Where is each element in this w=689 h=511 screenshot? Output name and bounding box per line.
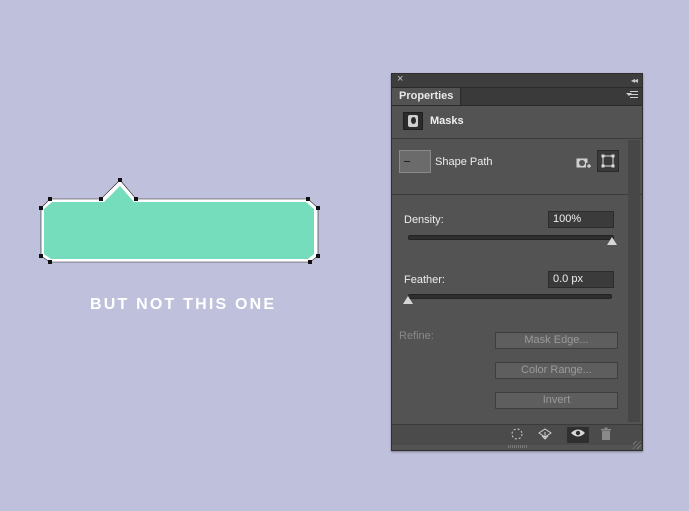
anchor-point <box>316 254 320 258</box>
anchor-point <box>48 260 52 264</box>
properties-panel: × ◂◂ Properties Masks Shape Path Density… <box>391 73 643 451</box>
density-label: Density: <box>404 214 444 226</box>
panel-resize-grip[interactable] <box>508 445 528 448</box>
panel-scrollbar[interactable] <box>628 140 640 422</box>
density-field[interactable]: 100% <box>548 211 614 228</box>
layer-mask-icon[interactable] <box>403 112 423 130</box>
feather-slider[interactable] <box>408 294 612 299</box>
panel-corner-resize[interactable] <box>633 441 641 449</box>
shape-path-thumbnail[interactable] <box>399 150 431 173</box>
density-slider[interactable] <box>408 235 614 240</box>
color-range-button[interactable]: Color Range... <box>495 362 618 379</box>
anchor-point <box>39 254 43 258</box>
path-select-button[interactable] <box>597 150 619 172</box>
anchor-point <box>134 197 138 201</box>
feather-label: Feather: <box>404 274 445 286</box>
anchor-point <box>39 206 43 210</box>
shape-fill <box>44 186 314 259</box>
tab-properties[interactable]: Properties <box>392 88 462 105</box>
shape-path-label: Shape Path <box>435 156 493 168</box>
path-select-icon <box>601 154 615 168</box>
density-slider-thumb[interactable] <box>607 237 617 245</box>
anchor-point <box>308 260 312 264</box>
panel-bottom-toolbar <box>392 424 642 445</box>
close-icon[interactable]: × <box>397 73 403 86</box>
panel-titlebar[interactable]: × ◂◂ <box>392 73 642 88</box>
anchor-point <box>118 178 122 182</box>
panel-tab-row: Properties <box>392 88 642 106</box>
eye-icon[interactable] <box>567 427 589 443</box>
add-mask-icon[interactable] <box>575 156 593 170</box>
canvas-caption: BUT NOT THIS ONE <box>90 296 277 313</box>
feather-slider-thumb[interactable] <box>403 296 413 304</box>
apply-mask-icon[interactable] <box>536 427 554 443</box>
anchor-point <box>48 197 52 201</box>
mask-edge-button[interactable]: Mask Edge... <box>495 332 618 349</box>
panel-menu-icon[interactable] <box>626 91 638 101</box>
refine-label: Refine: <box>399 330 434 342</box>
trash-icon[interactable] <box>597 427 615 443</box>
collapse-icon[interactable]: ◂◂ <box>631 74 638 87</box>
load-selection-icon[interactable] <box>508 427 526 443</box>
masks-header: Masks <box>392 106 642 139</box>
anchor-point <box>316 206 320 210</box>
anchor-point <box>306 197 310 201</box>
feather-field[interactable]: 0.0 px <box>548 271 614 288</box>
shape-path-row: Shape Path <box>392 140 642 195</box>
invert-button[interactable]: Invert <box>495 392 618 409</box>
anchor-point <box>99 197 103 201</box>
masks-label: Masks <box>430 115 464 127</box>
